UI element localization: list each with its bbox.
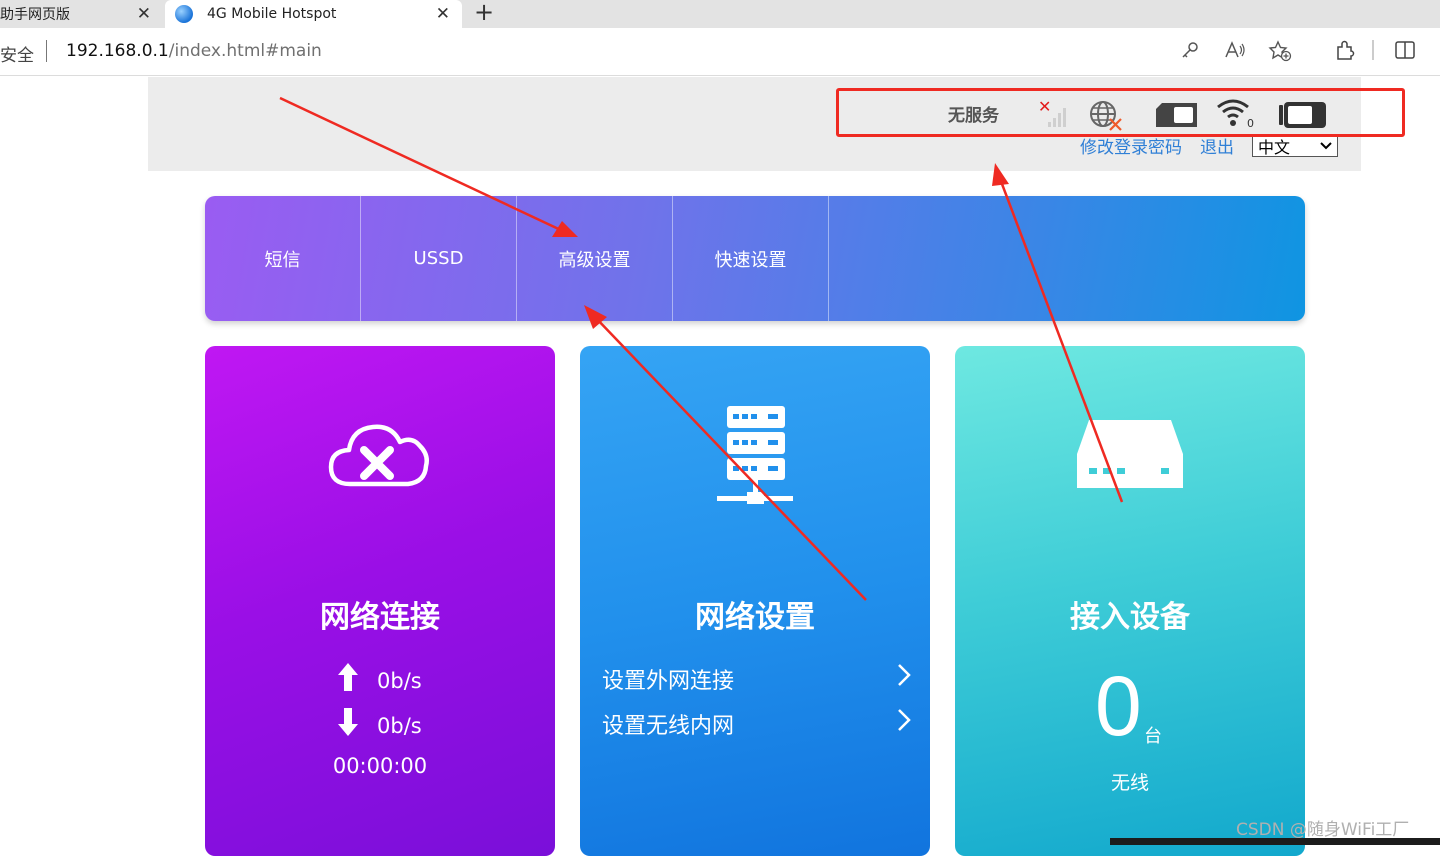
arrow-down-icon xyxy=(335,707,361,744)
device-type-label: 无线 xyxy=(1110,772,1149,794)
connected-devices-card[interactable]: 接入设备 0 台 无线 xyxy=(955,346,1305,856)
logout-link[interactable]: 退出 xyxy=(1200,133,1234,158)
chevron-down-icon xyxy=(1320,136,1332,160)
network-connection-card[interactable]: 网络连接 0b/s 0b/s 00:00:00 xyxy=(205,346,555,856)
read-aloud-icon[interactable] xyxy=(1224,40,1246,65)
wifi-icon: 0 xyxy=(1216,97,1256,133)
page-header: 无服务 ✕ 0 修改登录密码 退出 中文 xyxy=(148,77,1361,171)
url-field[interactable]: 192.168.0.1/index.html#main xyxy=(66,41,322,61)
cloud-x-icon xyxy=(205,420,555,490)
taskbar-edge xyxy=(1110,838,1440,845)
signal-strength-icon xyxy=(1048,105,1066,127)
header-links: 修改登录密码 退出 中文 xyxy=(1080,133,1338,158)
url-host: 192.168.0.1 xyxy=(66,41,169,61)
wireless-lan-label: 设置无线内网 xyxy=(602,713,735,739)
favorite-add-icon[interactable] xyxy=(1268,40,1292,67)
address-divider xyxy=(46,40,47,62)
svg-text:0: 0 xyxy=(1247,117,1254,129)
key-icon[interactable] xyxy=(1180,40,1200,65)
browser-tab-bar: 助手网页版 ✕ 4G Mobile Hotspot ✕ + xyxy=(0,0,1440,28)
arrow-up-icon xyxy=(335,662,361,699)
change-password-link[interactable]: 修改登录密码 xyxy=(1080,133,1182,158)
network-settings-card[interactable]: 网络设置 设置外网连接 设置无线内网 xyxy=(580,346,930,856)
upload-speed-row: 0b/s xyxy=(335,662,422,699)
nav-item-advanced-settings[interactable]: 高级设置 xyxy=(517,196,673,321)
tab-close-icon[interactable]: ✕ xyxy=(436,4,450,24)
tab-title: 4G Mobile Hotspot xyxy=(207,6,337,22)
language-select[interactable]: 中文 xyxy=(1252,134,1338,160)
tab-close-icon[interactable]: ✕ xyxy=(137,4,151,24)
nav-item-sms[interactable]: 短信 xyxy=(205,196,361,321)
sim-card-icon xyxy=(1154,101,1200,133)
split-screen-icon[interactable] xyxy=(1394,40,1416,65)
card-title: 网络设置 xyxy=(695,600,815,635)
chevron-right-icon xyxy=(896,662,912,695)
tab-title: 助手网页版 xyxy=(0,7,70,23)
nav-item-ussd[interactable]: USSD xyxy=(361,196,517,321)
watermark-text: CSDN @随身WiFi工厂 xyxy=(1236,820,1410,840)
upload-speed-value: 0b/s xyxy=(377,668,422,693)
device-count: 0 xyxy=(1095,659,1142,753)
status-bar: 无服务 ✕ 0 xyxy=(948,91,1368,131)
address-bar: 安全 192.168.0.1/index.html#main xyxy=(0,28,1440,76)
new-tab-icon[interactable]: + xyxy=(474,0,494,26)
network-status-text: 无服务 xyxy=(948,106,999,126)
nav-item-quick-setup[interactable]: 快速设置 xyxy=(673,196,829,321)
chevron-right-icon xyxy=(896,707,912,740)
router-box-icon xyxy=(955,418,1305,494)
internet-disconnected-icon xyxy=(1088,99,1124,135)
wan-connection-label: 设置外网连接 xyxy=(602,668,735,694)
globe-favicon-icon xyxy=(175,5,193,23)
connection-uptime: 00:00:00 xyxy=(332,754,428,778)
toolbar-divider xyxy=(1372,38,1376,67)
browser-tab-helper[interactable]: 助手网页版 ✕ xyxy=(0,0,163,28)
wireless-lan-link[interactable]: 设置无线内网 xyxy=(602,707,912,740)
card-title: 接入设备 xyxy=(1070,600,1190,635)
url-path: /index.html#main xyxy=(168,41,322,61)
card-title: 网络连接 xyxy=(320,600,440,635)
download-speed-row: 0b/s xyxy=(335,707,422,744)
device-count-unit: 台 xyxy=(1144,726,1162,747)
security-label[interactable]: 安全 xyxy=(0,41,34,66)
extensions-icon[interactable] xyxy=(1334,40,1356,67)
battery-icon xyxy=(1278,101,1328,133)
server-rack-icon xyxy=(580,404,930,508)
browser-tab-hotspot[interactable]: 4G Mobile Hotspot ✕ xyxy=(165,0,462,28)
download-speed-value: 0b/s xyxy=(377,713,422,738)
main-nav-menu: 短信 USSD 高级设置 快速设置 xyxy=(205,196,1305,321)
wan-connection-link[interactable]: 设置外网连接 xyxy=(602,662,912,695)
language-value: 中文 xyxy=(1258,137,1291,157)
